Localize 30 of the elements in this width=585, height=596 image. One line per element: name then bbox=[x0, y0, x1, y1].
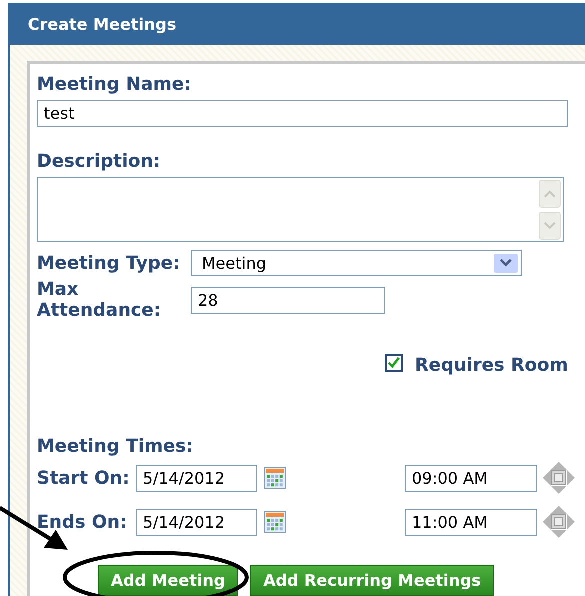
field-label: Max Attendance: bbox=[37, 279, 162, 321]
panel-title: Create Meetings bbox=[10, 3, 585, 45]
checkmark-icon bbox=[388, 357, 400, 368]
add-button[interactable]: Add Recurring Meetings bbox=[250, 565, 494, 596]
chevron-down-icon bbox=[500, 259, 512, 267]
field-label: Ends On: bbox=[37, 512, 128, 532]
spinner-icon[interactable] bbox=[542, 461, 576, 495]
field-label: Meeting Name: bbox=[37, 74, 192, 95]
meeting-name-input[interactable]: test bbox=[37, 100, 568, 127]
field-label: Meeting Type: bbox=[37, 252, 182, 274]
chevron-up-icon bbox=[544, 190, 556, 198]
time-input[interactable]: 09:00 AM bbox=[405, 464, 537, 492]
calendar-icon[interactable] bbox=[264, 511, 286, 533]
scroll-down-button[interactable] bbox=[539, 212, 561, 240]
description-textarea[interactable] bbox=[37, 177, 564, 242]
field-label: Start On: bbox=[37, 468, 131, 488]
time-input[interactable]: 11:00 AM bbox=[405, 508, 537, 536]
section-label: Meeting Times: bbox=[37, 436, 194, 457]
calendar-icon[interactable] bbox=[264, 467, 286, 489]
meeting-type-dropdown[interactable]: Meeting bbox=[191, 250, 522, 276]
field-label: Description: bbox=[37, 151, 162, 172]
date-input[interactable]: 5/14/2012 bbox=[136, 508, 257, 536]
spinner-icon[interactable] bbox=[542, 505, 576, 539]
checkbox[interactable] bbox=[385, 354, 403, 372]
add-button[interactable]: Add Meeting bbox=[98, 565, 238, 596]
checkbox-label: Requires Room bbox=[415, 355, 568, 376]
max-attendance-input[interactable]: 28 bbox=[191, 287, 385, 314]
chevron-down-icon bbox=[544, 222, 556, 230]
date-input[interactable]: 5/14/2012 bbox=[136, 464, 257, 492]
scroll-up-button[interactable] bbox=[539, 180, 561, 208]
